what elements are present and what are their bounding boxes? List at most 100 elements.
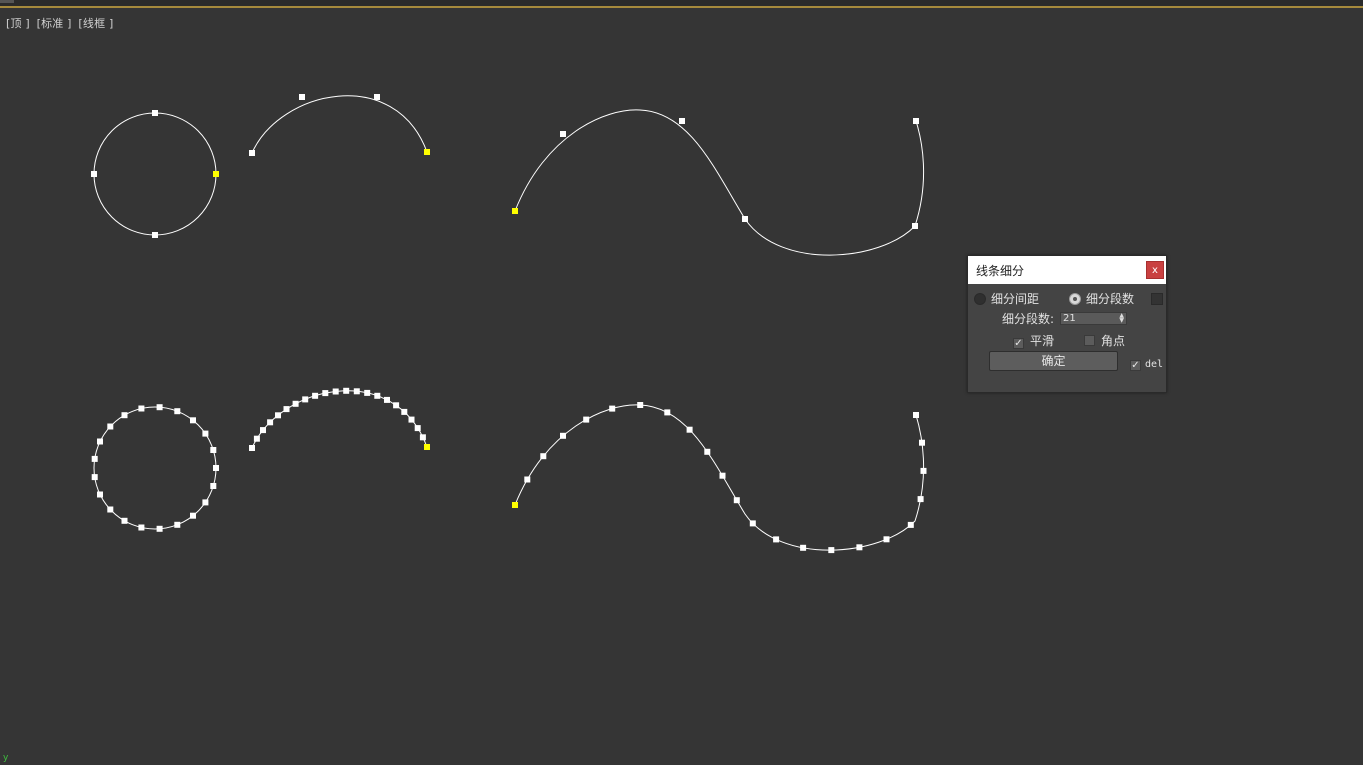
vertex[interactable] [275,412,281,419]
radio-spacing-indicator[interactable] [974,293,986,305]
vertex[interactable] [97,438,103,445]
vertex[interactable] [828,547,835,554]
vertex[interactable] [107,506,114,513]
vertex[interactable] [292,400,299,407]
radio-segments[interactable]: 细分段数 [1069,290,1134,307]
vertex[interactable] [156,525,163,532]
vertex[interactable] [190,417,196,424]
vertex[interactable] [719,472,726,479]
vertex[interactable] [393,402,400,409]
vertex[interactable] [174,408,181,415]
vertex[interactable] [540,453,547,460]
radio-segments-indicator[interactable] [1069,293,1081,305]
vertex[interactable] [210,483,217,489]
vertex[interactable] [773,536,780,543]
vertex[interactable] [637,402,644,408]
smooth-checkbox[interactable]: ✓ [1013,338,1024,349]
vertex[interactable] [152,110,158,116]
vertex[interactable] [91,455,98,462]
vertex[interactable] [919,439,925,446]
vertex[interactable] [174,521,181,528]
first-vertex[interactable] [424,444,430,450]
vertex[interactable] [202,499,209,506]
vertex[interactable] [856,544,863,551]
vertex[interactable] [733,497,740,504]
vertex[interactable] [374,392,381,399]
vertex[interactable] [299,94,305,100]
vertex[interactable] [253,435,260,442]
vertex[interactable] [374,94,380,100]
vertex[interactable] [121,517,128,524]
vertex[interactable] [419,434,426,441]
dialog-close-button[interactable]: x [1146,261,1164,279]
vertex[interactable] [312,392,319,399]
vertex[interactable] [343,387,350,394]
del-checkbox[interactable]: ✓ [1130,360,1141,371]
vertex[interactable] [913,412,919,418]
vertex[interactable] [414,425,421,432]
smooth-option[interactable]: ✓ 平滑 [1013,332,1054,349]
vertex[interactable] [138,405,145,412]
vertex[interactable] [664,409,671,416]
spline-arc-original[interactable] [251,95,428,154]
spline-circle-original[interactable] [93,112,217,236]
vertex[interactable] [679,118,685,124]
spline-arc-subdivided[interactable] [251,390,428,449]
vertex[interactable] [260,427,266,434]
vertex[interactable] [267,419,274,426]
vertex[interactable] [749,520,756,527]
vertex[interactable] [524,476,531,483]
spinner-arrows-icon[interactable]: ▲ ▼ [1119,313,1124,324]
vertex[interactable] [213,465,219,471]
corner-option[interactable]: 角点 [1084,332,1125,349]
vertex[interactable] [283,406,290,413]
vertex[interactable] [401,408,408,415]
dialog-pin-box[interactable] [1151,293,1163,305]
vertex[interactable] [883,536,890,543]
spline-wave-original[interactable] [514,109,925,256]
vertex[interactable] [560,432,566,439]
first-vertex[interactable] [213,171,219,177]
vertex[interactable] [704,448,711,455]
vertex[interactable] [322,390,329,397]
vertex[interactable] [138,524,145,531]
first-vertex[interactable] [512,502,518,508]
corner-checkbox[interactable] [1084,335,1095,346]
vertex[interactable] [917,496,924,503]
vertex[interactable] [800,544,807,551]
vertex[interactable] [97,491,103,498]
vertex[interactable] [907,521,914,528]
vertex[interactable] [190,512,196,519]
del-option[interactable]: ✓ del [1130,356,1163,371]
segments-spinner[interactable]: 21 ▲ ▼ [1060,312,1127,325]
vertex[interactable] [302,396,309,403]
vertex[interactable] [560,131,566,137]
vertex[interactable] [249,445,255,451]
vertex[interactable] [332,388,339,395]
first-vertex[interactable] [512,208,518,214]
vertex[interactable] [364,389,371,396]
vertex[interactable] [920,467,927,474]
vertex[interactable] [609,405,616,412]
vertex[interactable] [686,426,693,433]
vertex[interactable] [91,171,97,177]
vertex[interactable] [384,396,390,403]
vertex[interactable] [912,223,918,229]
vertex[interactable] [913,118,919,124]
vertex[interactable] [249,150,255,156]
vertex[interactable] [583,416,590,423]
vertex[interactable] [408,416,415,423]
vertex[interactable] [353,388,360,395]
vertex[interactable] [121,412,128,419]
vertex[interactable] [742,216,748,222]
first-vertex[interactable] [424,149,430,155]
vertex[interactable] [152,232,158,238]
vertex[interactable] [107,423,114,430]
vertex[interactable] [156,404,163,411]
radio-spacing[interactable]: 细分间距 [974,290,1039,307]
vertex[interactable] [202,430,209,437]
vertex[interactable] [210,447,217,453]
vertex[interactable] [91,474,98,481]
dialog-titlebar[interactable]: 线条细分 x [968,256,1166,284]
ok-button[interactable]: 确定 [989,351,1118,371]
